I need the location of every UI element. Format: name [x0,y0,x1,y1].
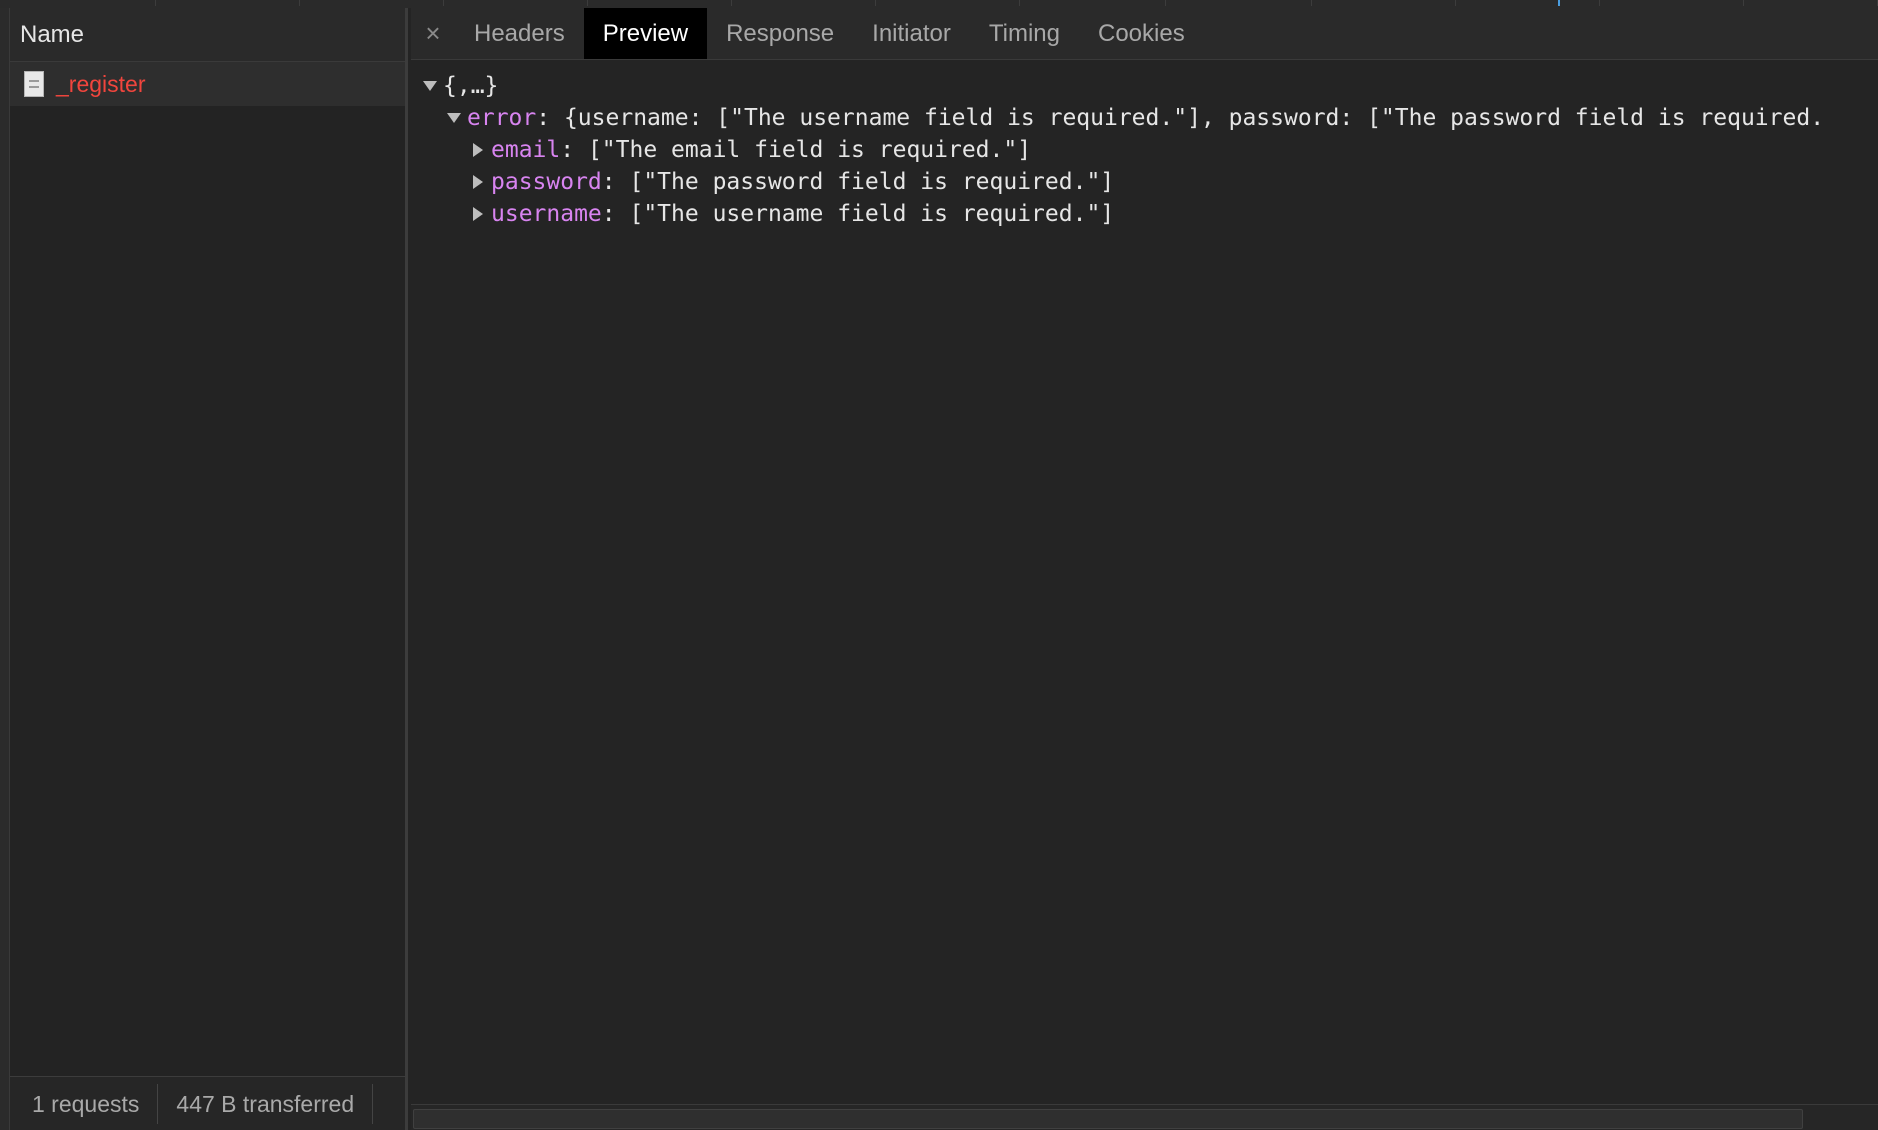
toolbar-segment [1456,0,1600,6]
tab-cookies[interactable]: Cookies [1079,8,1204,59]
toolbar-segment [0,0,156,6]
scrollbar-thumb[interactable] [413,1109,1803,1129]
json-key-email: email [491,137,561,163]
json-colon: : [601,169,630,195]
network-status-bar: 1 requests 447 B transferred [10,1076,405,1130]
expand-triangle-icon[interactable] [473,175,483,189]
json-error-summary: {username: ["The username field is requi… [563,105,1825,131]
json-colon: : [560,137,588,163]
json-key-error: error [467,105,537,131]
detail-tabbar: × Headers Preview Response Initiator Tim… [411,8,1878,60]
close-icon[interactable]: × [411,8,455,59]
json-colon: : [536,105,564,131]
toolbar-segment [1020,0,1166,6]
request-detail-panel: × Headers Preview Response Initiator Tim… [411,8,1878,1130]
json-key-username: username [491,201,602,227]
toolbar-segment [1744,0,1878,6]
toolbar-segment [1312,0,1456,6]
tab-timing[interactable]: Timing [970,8,1079,59]
document-icon [24,71,44,97]
timeline-marker [1558,0,1560,6]
json-field-line[interactable]: username : ["The username field is requi… [411,198,1878,230]
toolbar-segment [588,0,732,6]
request-row[interactable]: _register [10,62,405,106]
json-value-username: ["The username field is required."] [629,201,1115,227]
request-name: _register [56,70,146,97]
json-key-password: password [491,169,602,195]
json-root: {,…} [443,73,499,99]
toolbar-segment [876,0,1020,6]
tab-preview[interactable]: Preview [583,8,708,59]
expand-triangle-icon[interactable] [473,207,483,221]
json-value-password: ["The password field is required."] [629,169,1115,195]
tab-initiator[interactable]: Initiator [853,8,970,59]
toolbar-segment [732,0,876,6]
toolbar-segment [1166,0,1312,6]
toolbar-segment [444,0,588,6]
left-edge [0,8,10,1130]
tab-headers[interactable]: Headers [455,8,584,59]
json-field-line[interactable]: email : ["The email field is required."] [411,134,1878,166]
json-colon: : [601,201,630,227]
name-column-header[interactable]: Name [10,8,405,62]
collapse-triangle-icon[interactable] [423,81,437,91]
expand-triangle-icon[interactable] [473,143,483,157]
requests-panel: Name _register 1 requests 447 B transfer… [10,8,408,1130]
request-count: 1 requests [10,1083,159,1124]
json-field-line[interactable]: password : ["The password field is requi… [411,166,1878,198]
top-toolbar-strip [0,0,1878,8]
transferred-size: 447 B transferred [158,1083,374,1124]
toolbar-segment [156,0,300,6]
horizontal-scrollbar[interactable] [411,1104,1878,1130]
toolbar-segment [300,0,444,6]
json-value-email: ["The email field is required."] [587,137,1032,163]
json-preview: {,…} error : {username: ["The username f… [411,60,1878,230]
json-error-line[interactable]: error : {username: ["The username field … [411,102,1878,134]
collapse-triangle-icon[interactable] [447,113,461,123]
toolbar-segment [1600,0,1744,6]
json-root-line[interactable]: {,…} [411,70,1878,102]
tab-response[interactable]: Response [707,8,853,59]
